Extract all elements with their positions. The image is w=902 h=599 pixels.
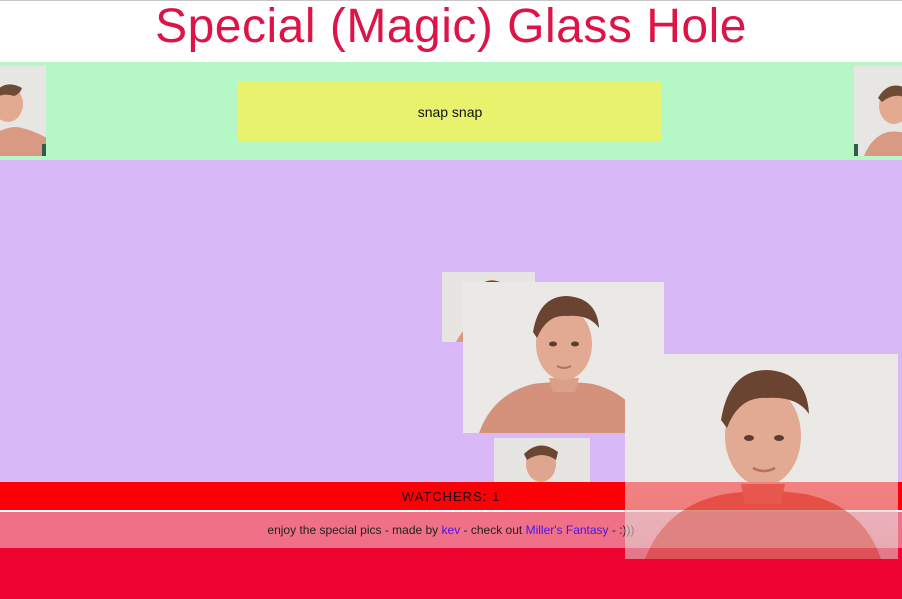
snap-button[interactable]: snap snap [238,82,662,141]
page-title: Special (Magic) Glass Hole [155,0,747,53]
footer-text: enjoy the special pics - made by [267,523,442,537]
snapshot-photo [494,438,590,484]
footer-text: - check out [460,523,526,537]
snapshot-photo-overlay [625,482,898,559]
webcam-preview-right [854,66,902,156]
webcam-preview-left [0,66,46,156]
author-link[interactable]: kev [442,523,461,537]
millers-fantasy-link[interactable]: Miller's Fantasy [526,523,609,537]
